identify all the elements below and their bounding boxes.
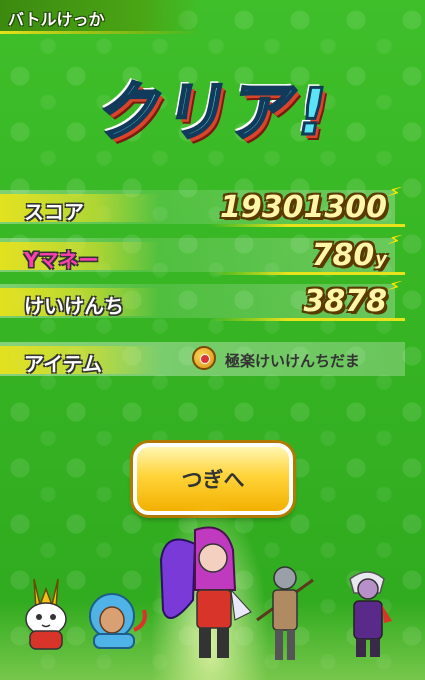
character-white-hair-warrior [349,571,392,657]
character-purple-hair-hero [159,526,252,658]
item-label: アイテム [24,352,102,376]
ymoney-value: 780y [311,238,387,273]
next-button-label: つぎへ [181,468,245,492]
header-title: バトルけっか [8,10,105,29]
character-blue-lion [89,593,147,649]
score-label: スコア [24,200,84,224]
character-jibanyan-armor [25,578,67,650]
ymoney-label: Yマネー [24,248,99,272]
clear-banner: クリア! [62,62,368,152]
item-row: アイテム 極楽けいけんちだま [0,342,425,376]
header-bar: バトルけっか [0,0,200,34]
score-row: スコア 19301300 ⚡ [0,180,425,227]
exp-label: けいけんち [24,294,124,318]
clear-title-text: クリア! [91,75,336,152]
character-knight-spear [256,566,314,660]
item-name: 極楽けいけんちだま [225,352,360,370]
ymoney-row: Yマネー 780y ⚡ [0,228,425,275]
exp-value: 3878 [303,284,388,319]
experience-orb-icon [192,346,216,370]
exp-row: けいけんち 3878 ⚡ [0,274,425,321]
score-value: 19301300 [220,190,387,225]
